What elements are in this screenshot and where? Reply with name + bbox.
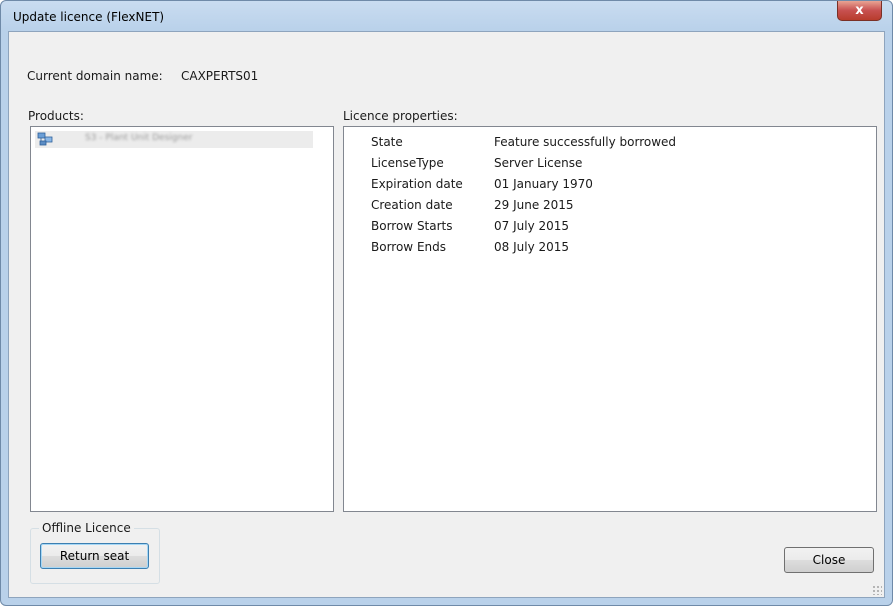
server-network-icon: [37, 132, 53, 146]
property-key: Expiration date: [371, 177, 463, 191]
property-key: Creation date: [371, 198, 453, 212]
property-key: Borrow Starts: [371, 219, 453, 233]
window-title: Update licence (FlexNET): [13, 10, 165, 24]
offline-licence-group-title: Offline Licence: [39, 521, 134, 535]
offline-licence-group: Offline Licence Return seat: [30, 521, 160, 584]
property-row: LicenseType Server License: [344, 156, 876, 176]
window-close-icon[interactable]: x: [837, 1, 882, 21]
property-value: Feature successfully borrowed: [494, 135, 677, 149]
products-label: Products:: [28, 109, 84, 123]
property-row: Borrow Ends 08 July 2015: [344, 240, 876, 260]
return-seat-button[interactable]: Return seat: [40, 543, 149, 569]
property-value: 01 January 1970: [494, 177, 593, 191]
property-key: State: [371, 135, 403, 149]
domain-name-label: Current domain name:: [27, 69, 163, 83]
dialog-window: Update licence (FlexNET) x Current domai…: [0, 0, 893, 606]
property-key: LicenseType: [371, 156, 444, 170]
property-row: State Feature successfully borrowed: [344, 135, 876, 155]
dialog-client-area: Current domain name: CAXPERTS01 Products…: [8, 31, 885, 598]
property-value: 08 July 2015: [494, 240, 570, 254]
licence-properties-label: Licence properties:: [343, 109, 458, 123]
licence-properties-panel[interactable]: State Feature successfully borrowed Lice…: [343, 126, 877, 512]
property-row: Creation date 29 June 2015: [344, 198, 876, 218]
product-name: S3 - Plant Unit Designer: [85, 133, 193, 143]
product-list-item[interactable]: S3 - Plant Unit Designer: [35, 131, 313, 148]
property-key: Borrow Ends: [371, 240, 446, 254]
domain-name-value: CAXPERTS01: [181, 69, 259, 83]
resize-grip-icon[interactable]: [872, 585, 882, 595]
close-button[interactable]: Close: [784, 547, 874, 573]
property-row: Expiration date 01 January 1970: [344, 177, 876, 197]
property-row: Borrow Starts 07 July 2015: [344, 219, 876, 239]
products-list[interactable]: S3 - Plant Unit Designer: [30, 126, 334, 512]
property-value: 29 June 2015: [494, 198, 574, 212]
property-value: 07 July 2015: [494, 219, 570, 233]
title-bar[interactable]: Update licence (FlexNET) x: [1, 1, 892, 31]
property-value: Server License: [494, 156, 583, 170]
